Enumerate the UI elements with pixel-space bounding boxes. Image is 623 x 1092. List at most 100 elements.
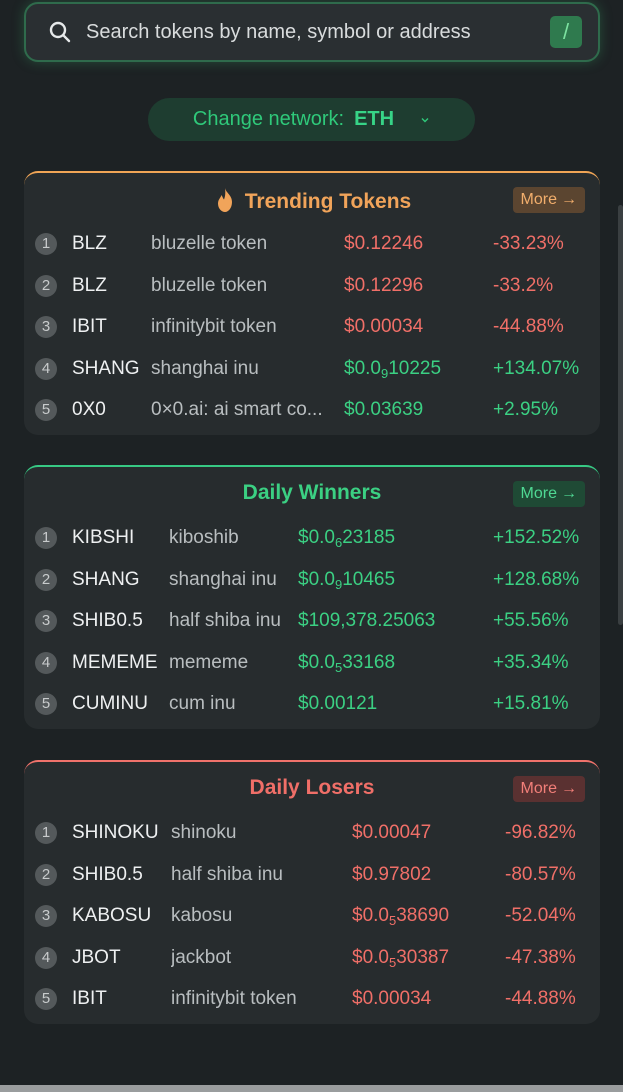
token-change: -52.04% — [505, 905, 576, 926]
token-change: +2.95% — [493, 399, 558, 420]
token-name: shanghai inu — [169, 568, 277, 590]
trending-more-button[interactable]: More → — [512, 187, 585, 213]
token-row[interactable]: 1 SHINOKU shinoku $0.00047 -96.82% — [24, 812, 600, 854]
arrow-right-icon: → — [561, 191, 577, 208]
rank-badge: 3 — [35, 610, 57, 632]
token-browser: Search tokens by name, symbol or address… — [0, 0, 623, 1092]
token-price: $0.00047 — [352, 822, 432, 843]
token-change: -33.23% — [493, 233, 564, 254]
price-digits: 38690 — [396, 905, 450, 926]
price-digits: 30387 — [396, 946, 450, 968]
price-prefix: $0.0 — [352, 946, 389, 968]
token-name: cum inu — [169, 693, 236, 714]
price-digits: 10465 — [342, 568, 396, 590]
rank-badge: 5 — [35, 693, 57, 715]
winners-more-label: More — [520, 485, 557, 502]
price-prefix: $0.0 — [352, 905, 389, 926]
token-symbol: JBOT — [72, 946, 121, 968]
price-digits: 23185 — [342, 527, 396, 548]
trending-tokens-card: Trending Tokens More → 1 BLZ bluzelle tok… — [24, 171, 600, 435]
token-price: $0.0538690 — [352, 895, 449, 942]
token-change: -80.57% — [505, 863, 576, 885]
token-row[interactable]: 4 SHANG shanghai inu $0.0910225 +134.07% — [24, 348, 600, 390]
rank-badge: 4 — [35, 946, 57, 969]
price-prefix: $0.0 — [298, 527, 335, 548]
token-row[interactable]: 2 SHIB0.5 half shiba inu $0.97802 -80.57… — [24, 854, 600, 896]
token-name: jackbot — [171, 946, 232, 968]
token-price: $0.0623185 — [298, 517, 395, 564]
token-change: +134.07% — [493, 357, 580, 379]
search-shortcut-badge: / — [550, 16, 582, 48]
rank-badge: 5 — [35, 399, 57, 421]
trending-list: 1 BLZ bluzelle token $0.12246 -33.23% 2 … — [24, 223, 600, 431]
token-name: shanghai inu — [151, 357, 259, 379]
token-price: $0.0533168 — [298, 642, 395, 689]
token-price: $0.00034 — [344, 316, 424, 337]
token-price: $0.12246 — [344, 233, 424, 254]
token-name: mememe — [169, 651, 249, 673]
token-change: -96.82% — [505, 822, 576, 843]
rank-badge: 4 — [35, 357, 57, 380]
token-row[interactable]: 5 0X0 0×0.ai: ai smart co... $0.03639 +2… — [24, 389, 600, 431]
token-price: $0.0530387 — [352, 937, 449, 984]
token-price: $0.00121 — [298, 693, 378, 714]
token-row[interactable]: 3 IBIT infinitybit token $0.00034 -44.88… — [24, 306, 600, 348]
token-change: +128.68% — [493, 568, 580, 590]
network-value: ETH — [354, 108, 395, 130]
token-symbol: SHANG — [72, 357, 140, 379]
token-price: $0.00034 — [352, 988, 432, 1009]
losers-list: 1 SHINOKU shinoku $0.00047 -96.82% 2 SHI… — [24, 812, 600, 1020]
token-change: +15.81% — [493, 693, 569, 714]
chevron-down-icon — [421, 117, 429, 122]
token-row[interactable]: 1 KIBSHI kiboshib $0.0623185 +152.52% — [24, 517, 600, 559]
token-name: shinoku — [171, 822, 237, 843]
rank-badge: 1 — [35, 527, 57, 549]
scrollbar[interactable] — [618, 205, 623, 625]
token-symbol: CUMINU — [72, 693, 148, 714]
token-name: infinitybit token — [171, 988, 297, 1009]
token-name: infinitybit token — [151, 316, 277, 337]
token-change: -44.88% — [493, 316, 564, 337]
rank-badge: 2 — [35, 274, 57, 297]
daily-losers-card: Daily Losers More → 1 SHINOKU shinoku $0.… — [24, 760, 600, 1024]
arrow-right-icon: → — [561, 780, 577, 797]
price-prefix: $0.0 — [298, 568, 335, 590]
token-row[interactable]: 3 KABOSU kabosu $0.0538690 -52.04% — [24, 895, 600, 937]
fire-icon — [217, 188, 232, 212]
token-change: -33.2% — [493, 274, 554, 296]
horizontal-scrollbar[interactable] — [0, 1085, 623, 1092]
token-row[interactable]: 4 JBOT jackbot $0.0530387 -47.38% — [24, 937, 600, 979]
token-name: half shiba inu — [169, 610, 281, 631]
arrow-right-icon: → — [561, 485, 577, 502]
token-symbol: IBIT — [72, 316, 107, 337]
network-label: Change network: — [192, 108, 345, 130]
trending-title-text: Trending Tokens — [244, 190, 412, 213]
token-symbol: IBIT — [72, 988, 107, 1009]
token-row[interactable]: 3 SHIB0.5 half shiba inu $109,378.25063 … — [24, 600, 600, 642]
token-symbol: MEMEME — [72, 651, 158, 673]
losers-more-button[interactable]: More → — [512, 776, 585, 802]
token-symbol: SHINOKU — [72, 822, 159, 843]
winners-more-button[interactable]: More → — [512, 481, 585, 507]
token-row[interactable]: 5 CUMINU cum inu $0.00121 +15.81% — [24, 683, 600, 725]
token-price: $0.97802 — [352, 863, 432, 885]
token-row[interactable]: 1 BLZ bluzelle token $0.12246 -33.23% — [24, 223, 600, 265]
token-symbol: KABOSU — [72, 905, 152, 926]
token-price: $0.0910225 — [344, 348, 441, 395]
price-prefix: $0.0 — [298, 651, 335, 673]
token-row[interactable]: 2 SHANG shanghai inu $0.0910465 +128.68% — [24, 559, 600, 601]
change-network-button[interactable]: Change network: ETH — [148, 98, 475, 141]
token-symbol: SHIB0.5 — [72, 610, 143, 631]
winners-list: 1 KIBSHI kiboshib $0.0623185 +152.52% 2 … — [24, 517, 600, 725]
token-row[interactable]: 2 BLZ bluzelle token $0.12296 -33.2% — [24, 265, 600, 307]
token-name: kabosu — [171, 905, 233, 926]
token-row[interactable]: 5 IBIT infinitybit token $0.00034 -44.88… — [24, 978, 600, 1020]
token-name: bluzelle token — [151, 233, 268, 254]
token-price: $109,378.25063 — [298, 610, 436, 631]
rank-badge: 1 — [35, 822, 57, 844]
search-bar[interactable]: Search tokens by name, symbol or address… — [24, 2, 600, 62]
search-input[interactable]: Search tokens by name, symbol or address — [86, 21, 550, 44]
price-prefix: $0.0 — [344, 357, 381, 379]
token-row[interactable]: 4 MEMEME mememe $0.0533168 +35.34% — [24, 642, 600, 684]
losers-more-label: More — [520, 780, 557, 797]
